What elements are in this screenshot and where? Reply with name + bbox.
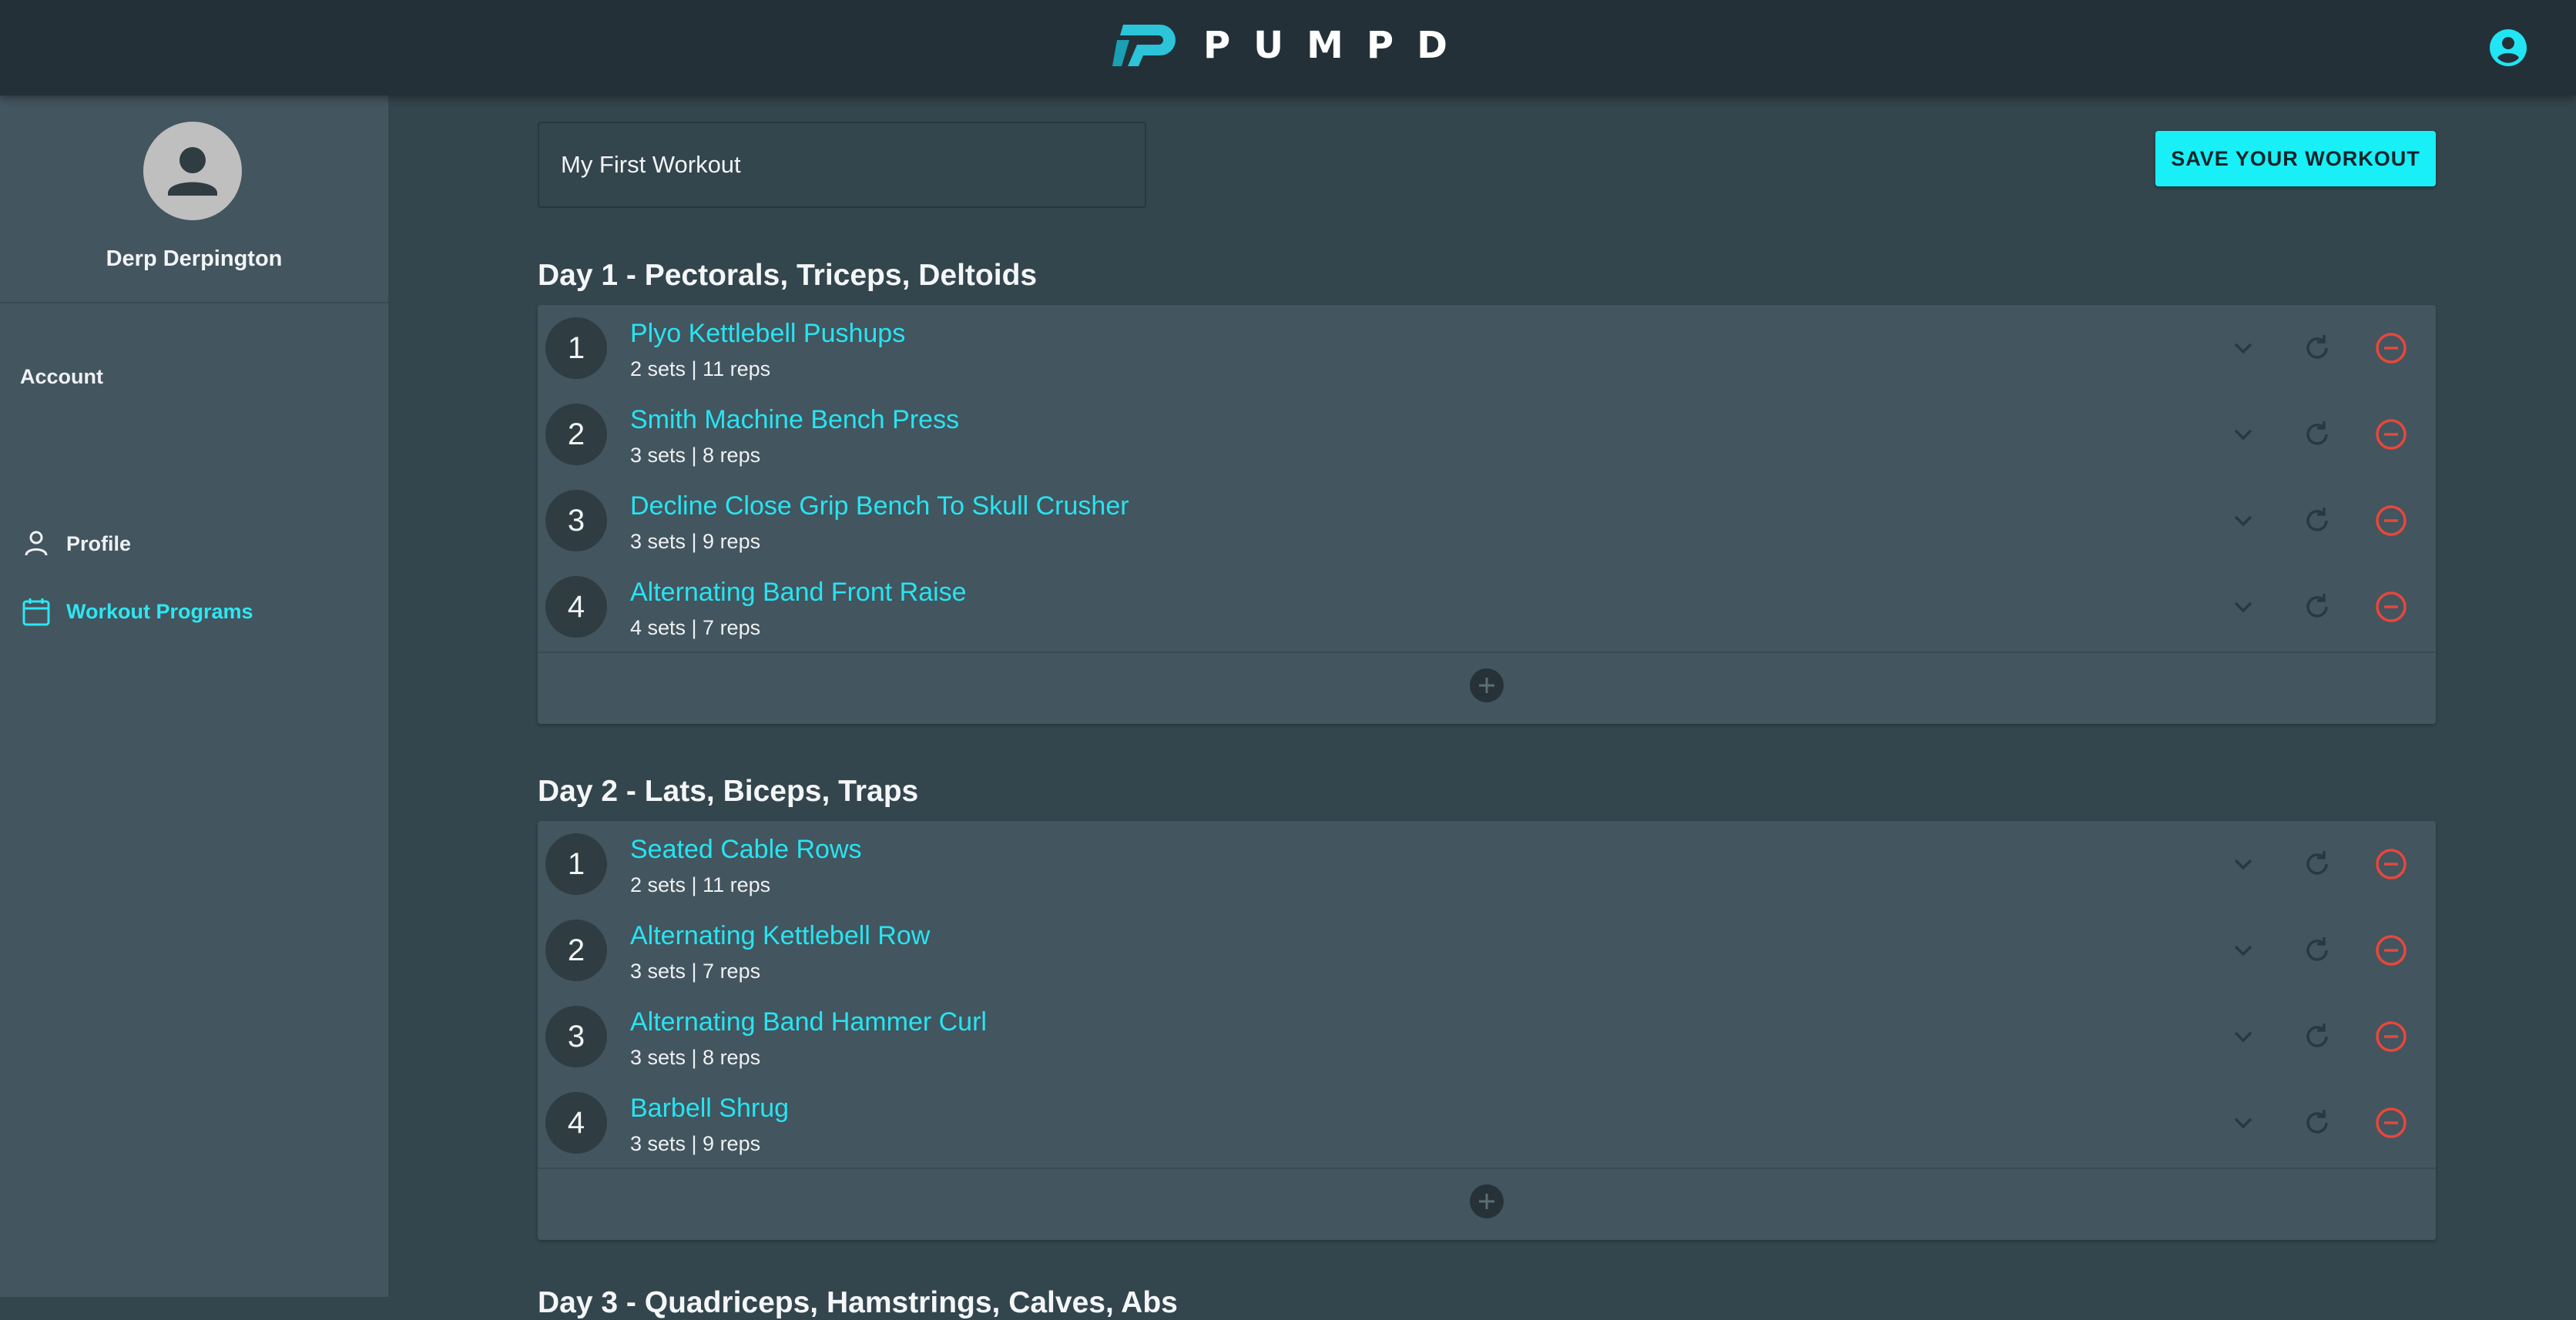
day-title: Day 1 - Pectorals, Triceps, Deltoids <box>538 259 1038 292</box>
avatar[interactable] <box>143 122 242 220</box>
refresh-icon[interactable] <box>2297 328 2337 368</box>
exercise-number: 2 <box>545 404 607 465</box>
exercise-number: 4 <box>545 1092 607 1154</box>
remove-circle-icon[interactable] <box>2371 1017 2411 1057</box>
exercise-name[interactable]: Decline Close Grip Bench To Skull Crushe… <box>630 491 1129 521</box>
exercise-number: 2 <box>545 920 607 981</box>
pumpd-logo-icon <box>1112 25 1176 66</box>
exercise-sets-reps: 3 sets | 9 reps <box>630 530 761 553</box>
sidebar-item-label: Workout Programs <box>66 599 253 623</box>
exercise-number: 1 <box>545 833 607 895</box>
exercise-name[interactable]: Smith Machine Bench Press <box>630 405 959 435</box>
add-exercise-icon[interactable] <box>1470 668 1504 702</box>
exercise-sets-reps: 3 sets | 7 reps <box>630 960 761 983</box>
exercise-sets-reps: 4 sets | 7 reps <box>630 616 761 639</box>
account-icon[interactable] <box>2490 29 2527 66</box>
exercise-row: 4 Barbell Shrug 3 sets | 9 reps <box>538 1080 2436 1166</box>
exercise-number: 4 <box>545 576 607 638</box>
exercise-sets-reps: 3 sets | 8 reps <box>630 1046 761 1069</box>
chevron-down-icon[interactable] <box>2223 844 2263 884</box>
exercise-name[interactable]: Alternating Band Hammer Curl <box>630 1007 987 1037</box>
remove-circle-icon[interactable] <box>2371 930 2411 970</box>
exercise-name[interactable]: Alternating Kettlebell Row <box>630 921 930 951</box>
day-card: 1 Seated Cable Rows 2 sets | 11 reps 2 A… <box>538 821 2436 1240</box>
person-avatar-icon <box>168 147 217 196</box>
day-title: Day 2 - Lats, Biceps, Traps <box>538 775 919 808</box>
sidebar-item-workout-programs[interactable]: Workout Programs <box>20 588 367 635</box>
day-title: Day 3 - Quadriceps, Hamstrings, Calves, … <box>538 1286 1178 1319</box>
exercise-name[interactable]: Barbell Shrug <box>630 1094 789 1124</box>
card-divider <box>538 652 2436 653</box>
calendar-icon <box>22 598 50 626</box>
add-exercise-icon[interactable] <box>1470 1184 1504 1218</box>
exercise-row: 1 Plyo Kettlebell Pushups 2 sets | 11 re… <box>538 305 2436 391</box>
remove-circle-icon[interactable] <box>2371 414 2411 454</box>
exercise-row: 4 Alternating Band Front Raise 4 sets | … <box>538 564 2436 650</box>
brand-wordmark: PUMPD <box>1203 24 1471 67</box>
refresh-icon[interactable] <box>2297 587 2337 627</box>
account-section-label: Account <box>20 365 103 388</box>
chevron-down-icon[interactable] <box>2223 587 2263 627</box>
user-name: Derp Derpington <box>106 246 283 271</box>
remove-circle-icon[interactable] <box>2371 587 2411 627</box>
day-card: 1 Plyo Kettlebell Pushups 2 sets | 11 re… <box>538 305 2436 724</box>
sidebar-item-label: Profile <box>66 531 132 555</box>
sidebar-divider <box>0 302 388 303</box>
refresh-icon[interactable] <box>2297 844 2337 884</box>
remove-circle-icon[interactable] <box>2371 1103 2411 1143</box>
exercise-sets-reps: 3 sets | 8 reps <box>630 444 761 467</box>
remove-circle-icon[interactable] <box>2371 328 2411 368</box>
top-bar: PUMPD <box>0 0 2576 95</box>
exercise-row: 3 Alternating Band Hammer Curl 3 sets | … <box>538 993 2436 1080</box>
chevron-down-icon[interactable] <box>2223 414 2263 454</box>
remove-circle-icon[interactable] <box>2371 501 2411 541</box>
exercise-name[interactable]: Plyo Kettlebell Pushups <box>630 319 905 349</box>
chevron-down-icon[interactable] <box>2223 1103 2263 1143</box>
exercise-name[interactable]: Seated Cable Rows <box>630 835 862 865</box>
exercise-number: 3 <box>545 1006 607 1067</box>
refresh-icon[interactable] <box>2297 930 2337 970</box>
workout-name-input[interactable] <box>538 122 1146 208</box>
remove-circle-icon[interactable] <box>2371 844 2411 884</box>
refresh-icon[interactable] <box>2297 414 2337 454</box>
chevron-down-icon[interactable] <box>2223 328 2263 368</box>
save-workout-button[interactable]: SAVE YOUR WORKOUT <box>2155 131 2436 186</box>
chevron-down-icon[interactable] <box>2223 501 2263 541</box>
exercise-row: 1 Seated Cable Rows 2 sets | 11 reps <box>538 821 2436 907</box>
exercise-row: 2 Smith Machine Bench Press 3 sets | 8 r… <box>538 391 2436 477</box>
exercise-row: 2 Alternating Kettlebell Row 3 sets | 7 … <box>538 907 2436 993</box>
card-divider <box>538 1168 2436 1169</box>
sidebar: Derp Derpington Account Profile Workout … <box>0 95 388 1297</box>
person-icon <box>25 531 48 556</box>
exercise-number: 3 <box>545 490 607 551</box>
app-logo[interactable]: PUMPD <box>1112 18 1471 72</box>
exercise-sets-reps: 2 sets | 11 reps <box>630 873 771 896</box>
exercise-sets-reps: 3 sets | 9 reps <box>630 1132 761 1155</box>
refresh-icon[interactable] <box>2297 1017 2337 1057</box>
chevron-down-icon[interactable] <box>2223 930 2263 970</box>
exercise-number: 1 <box>545 317 607 379</box>
exercise-row: 3 Decline Close Grip Bench To Skull Crus… <box>538 477 2436 564</box>
chevron-down-icon[interactable] <box>2223 1017 2263 1057</box>
exercise-name[interactable]: Alternating Band Front Raise <box>630 578 967 608</box>
sidebar-item-profile[interactable]: Profile <box>20 521 367 567</box>
refresh-icon[interactable] <box>2297 501 2337 541</box>
refresh-icon[interactable] <box>2297 1103 2337 1143</box>
exercise-sets-reps: 2 sets | 11 reps <box>630 357 771 380</box>
